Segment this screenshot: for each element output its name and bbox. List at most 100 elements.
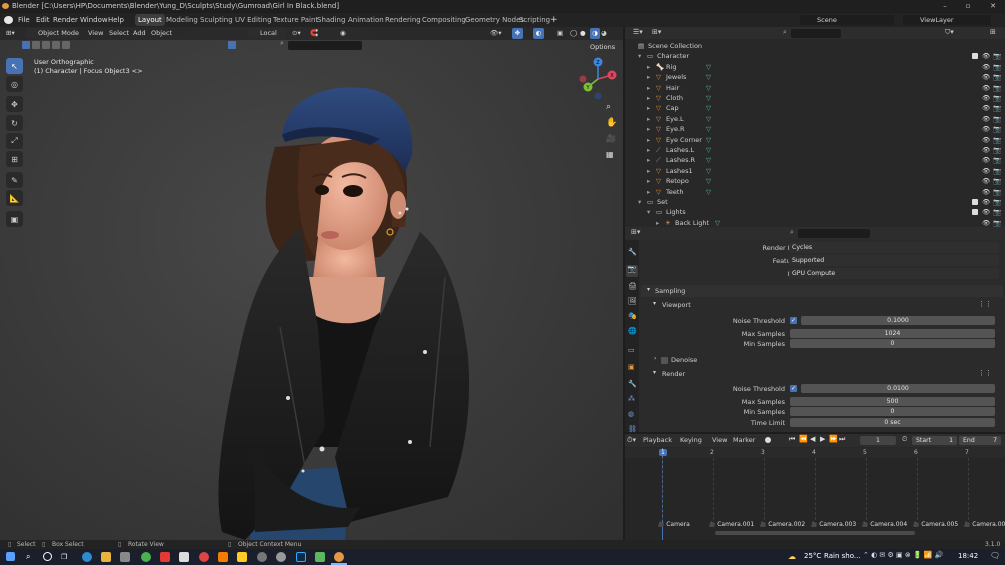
time-limit-field[interactable]: 0 sec [790, 418, 995, 427]
blender-menu-icon[interactable] [4, 16, 13, 24]
tab-modifier-icon[interactable]: 🔧 [628, 380, 637, 388]
sampling-panel-header[interactable]: ▾ Sampling [641, 285, 1003, 297]
render-visibility-icon[interactable]: 📷 [993, 93, 1001, 103]
menu-edit[interactable]: Edit [36, 13, 50, 27]
mode-selector[interactable]: Object Mode [26, 28, 79, 39]
render-visibility-icon[interactable]: 📷 [993, 218, 1001, 227]
timeline-marker[interactable]: 🎥 Camera.002 [760, 521, 805, 528]
timeline-menu-view[interactable]: View [712, 435, 727, 446]
add-workspace-icon[interactable]: + [550, 13, 558, 27]
viewport-subpanel-header[interactable]: ▾ Viewport ⋮⋮ [647, 299, 1003, 311]
shading-wireframe-icon[interactable]: ◯ [570, 28, 577, 39]
tab-sculpting[interactable]: Sculpting [197, 14, 236, 26]
data-icon[interactable]: ▽ [706, 103, 711, 113]
pivot-icon[interactable]: ⊙▾ [292, 28, 301, 39]
overlay-toggle-icon[interactable]: ◐ [533, 28, 544, 39]
render-visibility-icon[interactable]: 📷 [993, 207, 1001, 217]
timeline-marker[interactable]: 🎥 Camera.005 [913, 521, 958, 528]
outliner-row[interactable]: ▸ ⟋ Lashes.R ▽ 👁 📷 [625, 155, 1005, 165]
tool-annotate[interactable]: ✎ [6, 172, 23, 188]
select-invert-icon[interactable] [52, 41, 60, 49]
pan-hand-icon[interactable]: ✋ [606, 118, 617, 128]
blender-taskbar-icon[interactable] [334, 552, 344, 562]
menu-select[interactable]: Select [109, 28, 129, 39]
shading-material-icon[interactable]: ◑ [590, 28, 600, 39]
zoom-icon[interactable]: ⌕ [606, 102, 611, 112]
data-icon[interactable]: ▽ [706, 124, 711, 134]
vp-min-samples-field[interactable]: 0 [790, 339, 995, 348]
select-intersect-icon[interactable] [62, 41, 70, 49]
outliner-row[interactable]: ▸ ▽ Eye.R ▽ 👁 📷 [625, 124, 1005, 134]
data-icon[interactable]: ▽ [706, 93, 711, 103]
render-visibility-icon[interactable]: 📷 [993, 166, 1001, 176]
tab-view-layer-icon[interactable]: 🖼 [628, 297, 637, 305]
task-view-icon[interactable]: ❐ [61, 552, 71, 562]
scene-selector[interactable]: Scene [800, 15, 894, 25]
outliner-row[interactable]: ▸ ☀ Back Light ▽ 👁 📷 [625, 218, 1005, 227]
expand-toggle-icon[interactable]: ▾ [647, 207, 650, 217]
data-icon[interactable]: ▽ [706, 135, 711, 145]
app-icon-4[interactable] [218, 552, 228, 562]
photoshop-icon[interactable] [296, 552, 306, 562]
weather-icon[interactable]: ☁ [788, 552, 796, 561]
end-frame-field[interactable]: End 7 [959, 436, 1001, 445]
navigation-gizmo[interactable]: X Z Y [578, 57, 618, 107]
outliner-filter-icon[interactable]: ⛉▾ [945, 28, 954, 37]
render-visibility-icon[interactable]: 📷 [993, 62, 1001, 72]
menu-object[interactable]: Object [151, 28, 172, 39]
app-icon-8[interactable] [315, 552, 325, 562]
panel-menu-icon[interactable]: ⋮⋮ [978, 369, 992, 377]
render-visibility-icon[interactable]: 📷 [993, 83, 1001, 93]
outliner-row[interactable]: ▸ ▽ Cap ▽ 👁 📷 [625, 103, 1005, 113]
expand-toggle-icon[interactable]: ▸ [647, 103, 650, 113]
eye-icon[interactable]: 👁 [982, 155, 990, 165]
jump-start-icon[interactable]: ⏮ [789, 435, 795, 444]
timeline-marker[interactable]: 🎥 Camera.004 [862, 521, 907, 528]
gizmo-toggle-icon[interactable]: ✥ [512, 28, 523, 39]
vp-noise-threshold-field[interactable]: 0.1000 [801, 316, 995, 325]
select-subtract-icon[interactable] [42, 41, 50, 49]
tab-tool-icon[interactable]: 🔧 [628, 248, 637, 256]
outliner-row[interactable]: ▾ ▭ Character 👁 📷 [625, 51, 1005, 61]
expand-toggle-icon[interactable]: ▸ [647, 145, 650, 155]
editor-type-icon[interactable]: ⊞▾ [6, 28, 15, 39]
camera-view-icon[interactable]: 🎥 [606, 134, 616, 143]
expand-toggle-icon[interactable]: ▸ [647, 83, 650, 93]
3d-viewport[interactable]: User Orthographic (1) Character | Focus … [0, 27, 623, 540]
expand-toggle-icon[interactable]: ▸ [647, 187, 650, 197]
menu-view[interactable]: View [88, 28, 103, 39]
eye-icon[interactable]: 👁 [982, 114, 990, 124]
eye-icon[interactable]: 👁 [982, 207, 990, 217]
render-visibility-icon[interactable]: 📷 [993, 51, 1001, 61]
timeline-menu-keying[interactable]: Keying [680, 435, 702, 446]
edge-icon[interactable] [82, 552, 92, 562]
tab-collection-icon[interactable]: ▭ [628, 346, 635, 354]
tool-rotate[interactable]: ↻ [6, 115, 23, 131]
start-frame-field[interactable]: Start 1 [912, 436, 957, 445]
viewport-search-input[interactable] [288, 41, 362, 50]
tool-cursor[interactable]: ◎ [6, 76, 23, 92]
eye-icon[interactable]: 👁 [982, 103, 990, 113]
tab-scene-icon[interactable]: 🎭 [628, 312, 637, 320]
app-icon-7[interactable] [276, 552, 286, 562]
tool-measure[interactable]: 📐 [6, 190, 23, 206]
file-explorer-icon[interactable] [101, 552, 111, 562]
viewlayer-selector[interactable]: ViewLayer [903, 15, 991, 25]
data-icon[interactable]: ▽ [706, 155, 711, 165]
next-keyframe-icon[interactable]: ⏩ [829, 435, 838, 443]
app-icon-6[interactable] [257, 552, 267, 562]
outliner-row[interactable]: ▸ ▽ Lashes1 ▽ 👁 📷 [625, 166, 1005, 176]
menu-file[interactable]: File [18, 13, 30, 27]
tray-icons[interactable]: ⌃ ◐ ✉ ⚙ ▣ ⊗ 🔋 📶 🔊 [863, 551, 944, 559]
tab-output-icon[interactable]: 🖨 [628, 282, 637, 290]
tool-transform[interactable]: ⊞ [6, 151, 23, 167]
data-icon[interactable]: ▽ [706, 187, 711, 197]
expand-toggle-icon[interactable]: ▸ [647, 135, 650, 145]
outliner-row[interactable]: ▸ ▽ Eye.L ▽ 👁 📷 [625, 114, 1005, 124]
data-icon[interactable]: ▽ [706, 62, 711, 72]
r-noise-threshold-checkbox[interactable]: ✓ [790, 385, 797, 392]
tool-select-box[interactable]: ↖ [6, 58, 23, 74]
tab-rendering[interactable]: Rendering [382, 14, 424, 26]
app-icon-3[interactable] [199, 552, 209, 562]
outliner-editor-icon[interactable]: ☰▾ [633, 28, 643, 36]
